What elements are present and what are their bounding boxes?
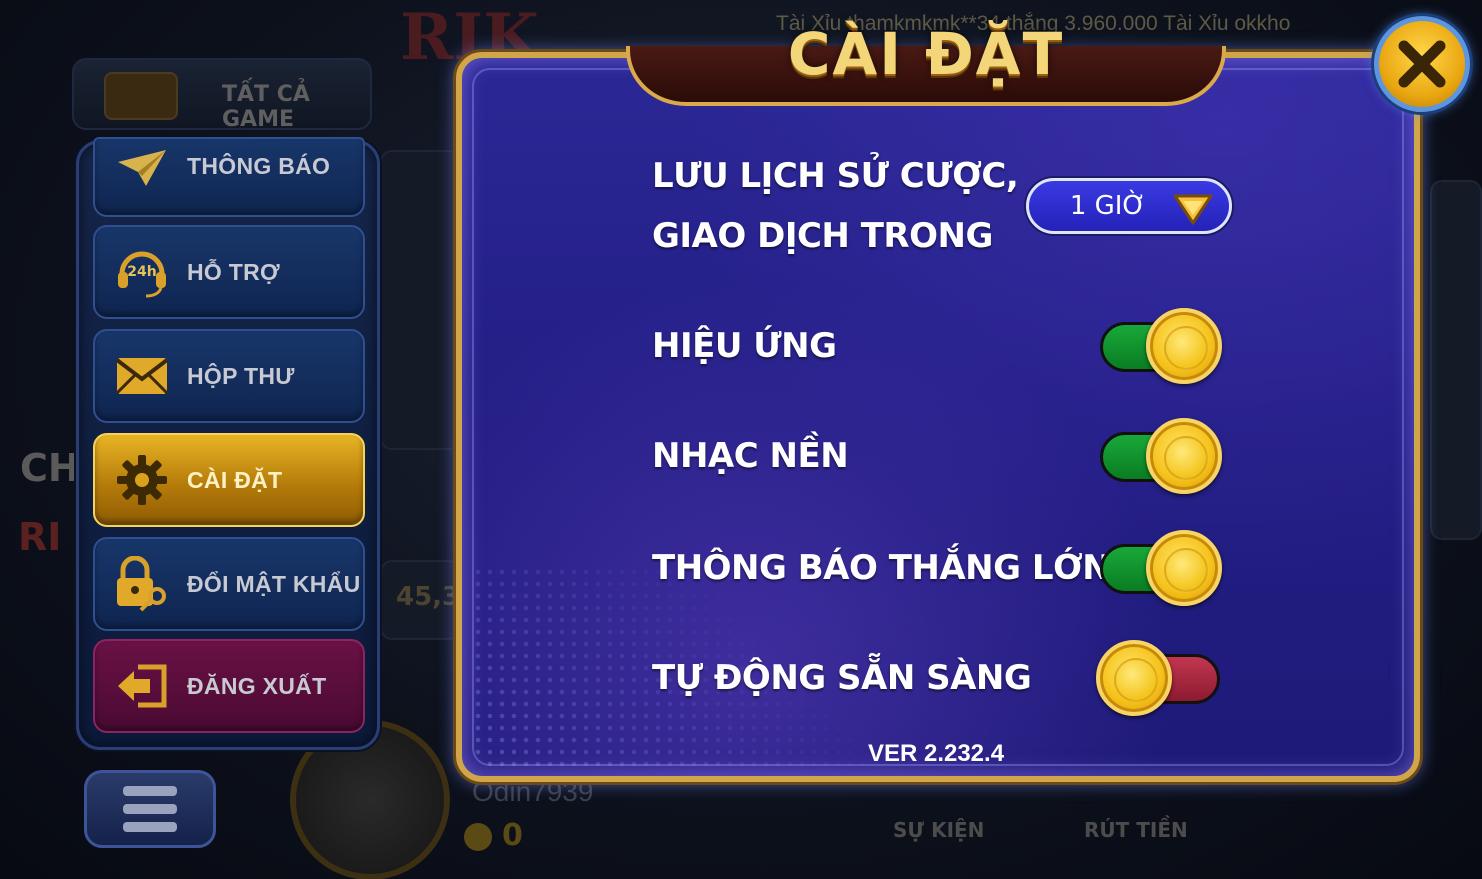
paper-plane-icon <box>111 137 173 199</box>
menu-item-label: CÀI ĐẶT <box>187 466 283 493</box>
headset-badge: 24h <box>127 264 156 280</box>
toggle-knob <box>1146 308 1222 384</box>
big-win-notification-toggle[interactable] <box>1096 530 1224 606</box>
menu-item-notifications[interactable]: THÔNG BÁO <box>93 137 365 217</box>
side-menu: THÔNG BÁO 24h HỖ TRỢ HỘP THƯ CÀI ĐẶT ĐỔI… <box>76 137 380 750</box>
all-games-label: TẤT CẢ GAME <box>222 82 310 132</box>
history-label-line1: LƯU LỊCH SỬ CƯỢC, <box>652 156 1019 196</box>
hamburger-line <box>123 786 177 796</box>
menu-item-mailbox[interactable]: HỘP THƯ <box>93 329 365 423</box>
game-card <box>380 150 460 450</box>
all-games-tab: TẤT CẢ GAME <box>72 58 372 132</box>
hamburger-line <box>123 804 177 814</box>
menu-item-support[interactable]: 24h HỖ TRỢ <box>93 225 365 319</box>
auto-ready-toggle[interactable] <box>1096 640 1224 716</box>
all-games-icon <box>104 72 178 120</box>
toggle-knob <box>1146 418 1222 494</box>
history-label-line2: GIAO DỊCH TRONG <box>652 216 993 256</box>
coin-balance: 0 <box>464 818 523 853</box>
dialog-title: CÀI ĐẶT <box>787 20 1065 88</box>
coin-icon <box>464 822 492 851</box>
menu-item-logout[interactable]: ĐĂNG XUẤT <box>93 639 365 733</box>
auto-ready-label: TỰ ĐỘNG SẴN SÀNG <box>652 658 1032 698</box>
toggle-knob <box>1096 640 1172 716</box>
gear-icon <box>111 449 173 511</box>
mail-icon <box>111 345 173 407</box>
bg-text: RI <box>18 515 62 559</box>
lock-key-icon <box>111 553 173 615</box>
history-duration-select[interactable]: 1 GIỜ <box>1026 178 1232 234</box>
headset-24h-icon: 24h <box>111 241 173 303</box>
history-duration-value: 1 GIỜ <box>1069 191 1147 221</box>
effects-toggle[interactable] <box>1096 308 1224 384</box>
menu-toggle-button[interactable] <box>84 770 216 848</box>
background-music-label: NHẠC NỀN <box>652 436 849 476</box>
chevron-down-icon <box>1173 194 1213 225</box>
menu-item-change-password[interactable]: ĐỔI MẬT KHẨU <box>93 537 365 631</box>
menu-item-settings[interactable]: CÀI ĐẶT <box>93 433 365 527</box>
close-button[interactable] <box>1374 16 1470 112</box>
menu-item-label: ĐĂNG XUẤT <box>187 672 327 699</box>
menu-item-label: HỘP THƯ <box>187 362 295 389</box>
withdraw-label: RÚT TIỀN <box>1084 818 1188 842</box>
event-label: SỰ KIỆN <box>893 818 985 842</box>
game-card <box>1430 180 1482 540</box>
effects-label: HIỆU ỨNG <box>652 326 837 366</box>
coin-balance-value: 0 <box>502 818 523 853</box>
close-icon <box>1398 40 1446 88</box>
menu-item-label: THÔNG BÁO <box>187 152 331 179</box>
bg-amount: 45,3 <box>396 582 461 612</box>
hamburger-line <box>123 822 177 832</box>
version-label: VER 2.232.4 <box>867 740 1005 767</box>
logout-arrow-icon <box>111 655 173 717</box>
big-win-notification-label: THÔNG BÁO THẮNG LỚN <box>652 548 1111 588</box>
background-music-toggle[interactable] <box>1096 418 1224 494</box>
toggle-knob <box>1146 530 1222 606</box>
menu-item-label: HỖ TRỢ <box>187 258 280 285</box>
menu-item-label: ĐỔI MẬT KHẨU <box>187 570 361 597</box>
bg-text: CH <box>20 446 80 490</box>
